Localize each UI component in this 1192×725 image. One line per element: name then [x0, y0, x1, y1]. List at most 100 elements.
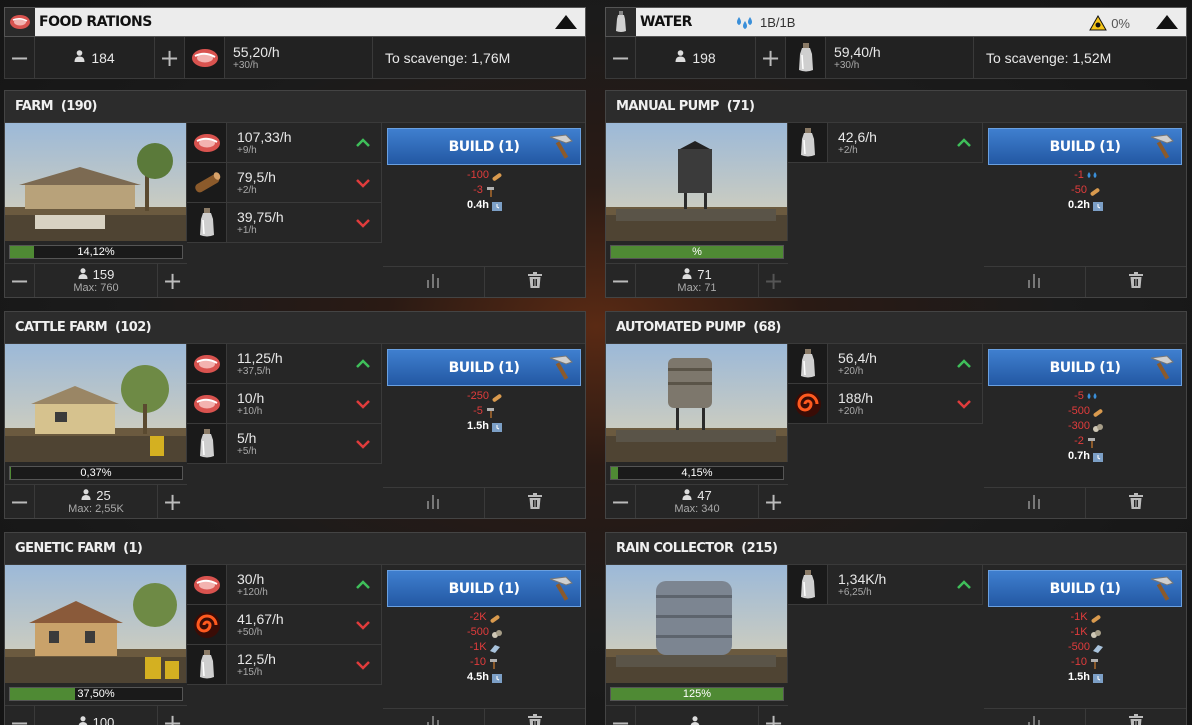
increase-scavengers-button[interactable]: +	[756, 37, 786, 78]
wood-icon	[491, 392, 502, 402]
stats-icon	[1027, 272, 1041, 293]
arrow-down-icon[interactable]	[345, 605, 381, 644]
wood-icon	[491, 171, 502, 181]
production-change: +5/h	[237, 446, 257, 457]
population-count: 198	[692, 49, 716, 66]
metal-icon	[1092, 643, 1104, 653]
remove-worker-button[interactable]: −	[606, 264, 636, 297]
stats-button[interactable]	[383, 267, 485, 297]
arrow-up-icon[interactable]	[946, 344, 982, 383]
arrow-down-icon[interactable]	[345, 384, 381, 423]
build-button[interactable]: BUILD (1)	[988, 570, 1182, 607]
cost-row: -100	[466, 168, 502, 183]
person-icon	[682, 488, 692, 500]
build-button-label: BUILD (1)	[448, 359, 520, 376]
worker-count-box	[636, 706, 758, 725]
build-button-label: BUILD (1)	[1049, 359, 1121, 376]
arrow-up-icon[interactable]	[946, 123, 982, 162]
production-change: +9/h	[237, 145, 257, 156]
collapse-icon[interactable]	[1156, 15, 1178, 29]
progress-label: 0,37%	[80, 467, 112, 479]
worker-max: Max: 340	[674, 502, 720, 515]
add-worker-button[interactable]: +	[758, 485, 788, 518]
cost-row: -500	[467, 625, 503, 640]
arrow-down-icon[interactable]	[345, 163, 381, 202]
build-button[interactable]: BUILD (1)	[387, 570, 581, 607]
meat-icon	[187, 344, 227, 383]
add-worker-button[interactable]: +	[758, 264, 788, 297]
build-button-label: BUILD (1)	[448, 138, 520, 155]
production-row: 42,6/h +2/h	[788, 123, 983, 163]
cost-row: -10	[470, 655, 498, 670]
remove-worker-button[interactable]: −	[5, 485, 35, 518]
build-button[interactable]: BUILD (1)	[387, 349, 581, 386]
decrease-scavengers-button[interactable]: −	[606, 37, 636, 78]
remove-worker-button[interactable]: −	[5, 706, 35, 725]
cost-row: -1K	[1070, 610, 1101, 625]
build-costs: -2K -500 -1K -10 4.5h	[383, 610, 585, 685]
cost-value: -50	[1071, 184, 1087, 196]
demolish-button[interactable]	[1086, 709, 1187, 725]
arrow-up-icon[interactable]	[345, 344, 381, 383]
arrow-down-icon[interactable]	[345, 424, 381, 463]
building-panel: MANUAL PUMP (71)% −71 Max: 71 +42,6/h +2/h BU…	[605, 90, 1187, 298]
remove-worker-button[interactable]: −	[606, 706, 636, 725]
build-costs: -5 -500 -300 -2 0.7h	[984, 389, 1186, 464]
remove-worker-button[interactable]: −	[5, 264, 35, 297]
add-worker-button[interactable]: +	[157, 264, 187, 297]
build-button[interactable]: BUILD (1)	[387, 128, 581, 165]
demolish-button[interactable]	[485, 488, 586, 518]
stats-button[interactable]	[383, 488, 485, 518]
building-image	[5, 565, 187, 683]
demolish-button[interactable]	[1086, 267, 1187, 297]
progress-label: 14,12%	[77, 246, 115, 258]
cost-value: -1	[1074, 169, 1084, 181]
cost-value: -100	[466, 169, 490, 181]
stats-button[interactable]	[383, 709, 485, 725]
add-worker-button[interactable]: +	[157, 706, 187, 725]
collapse-icon[interactable]	[555, 15, 577, 29]
resource-header-food[interactable]: FOOD RATIONS	[4, 7, 586, 37]
resource-header-water[interactable]: WATER 1B/1B 0%	[605, 7, 1187, 37]
demolish-button[interactable]	[485, 709, 586, 725]
build-time-row: 0.7h	[1068, 449, 1103, 464]
wood-icon	[1090, 613, 1101, 623]
rate-change: +30/h	[834, 60, 860, 71]
cost-value: -500	[1067, 405, 1091, 417]
stats-icon	[426, 714, 440, 725]
add-worker-button[interactable]: +	[758, 706, 788, 725]
increase-scavengers-button[interactable]: +	[155, 37, 185, 78]
arrow-up-icon[interactable]	[345, 565, 381, 604]
stone-icon	[1092, 422, 1104, 432]
production-row: 41,67/h +50/h	[187, 605, 382, 645]
decrease-scavengers-button[interactable]: −	[5, 37, 35, 78]
building-name: RAIN COLLECTOR	[616, 541, 734, 556]
stats-button[interactable]	[984, 709, 1086, 725]
build-column: BUILD (1) -250 -5 1.5h	[383, 344, 585, 518]
stone-icon	[491, 628, 503, 638]
stats-icon	[1027, 493, 1041, 514]
remove-worker-button[interactable]: −	[606, 485, 636, 518]
production-change: +50/h	[237, 627, 263, 638]
stats-button[interactable]	[984, 488, 1086, 518]
demolish-button[interactable]	[485, 267, 586, 297]
arrow-up-icon[interactable]	[946, 565, 982, 604]
arrow-down-icon[interactable]	[345, 645, 381, 684]
build-button-label: BUILD (1)	[1049, 138, 1121, 155]
worker-count-box: 71 Max: 71	[636, 264, 758, 297]
building-image	[606, 123, 788, 241]
cost-value: -5	[1074, 390, 1084, 402]
production-row: 188/h +20/h	[788, 384, 983, 424]
build-button[interactable]: BUILD (1)	[988, 128, 1182, 165]
clock-icon	[1092, 201, 1103, 211]
production-value: 12,5/h +15/h	[227, 645, 345, 684]
demolish-button[interactable]	[1086, 488, 1187, 518]
build-button[interactable]: BUILD (1)	[988, 349, 1182, 386]
arrow-down-icon[interactable]	[345, 203, 381, 242]
arrow-down-icon[interactable]	[946, 384, 982, 423]
build-column: BUILD (1) -1 -50 0.2h	[984, 123, 1186, 297]
stats-button[interactable]	[984, 267, 1086, 297]
building-count: (71)	[726, 99, 755, 114]
add-worker-button[interactable]: +	[157, 485, 187, 518]
arrow-up-icon[interactable]	[345, 123, 381, 162]
